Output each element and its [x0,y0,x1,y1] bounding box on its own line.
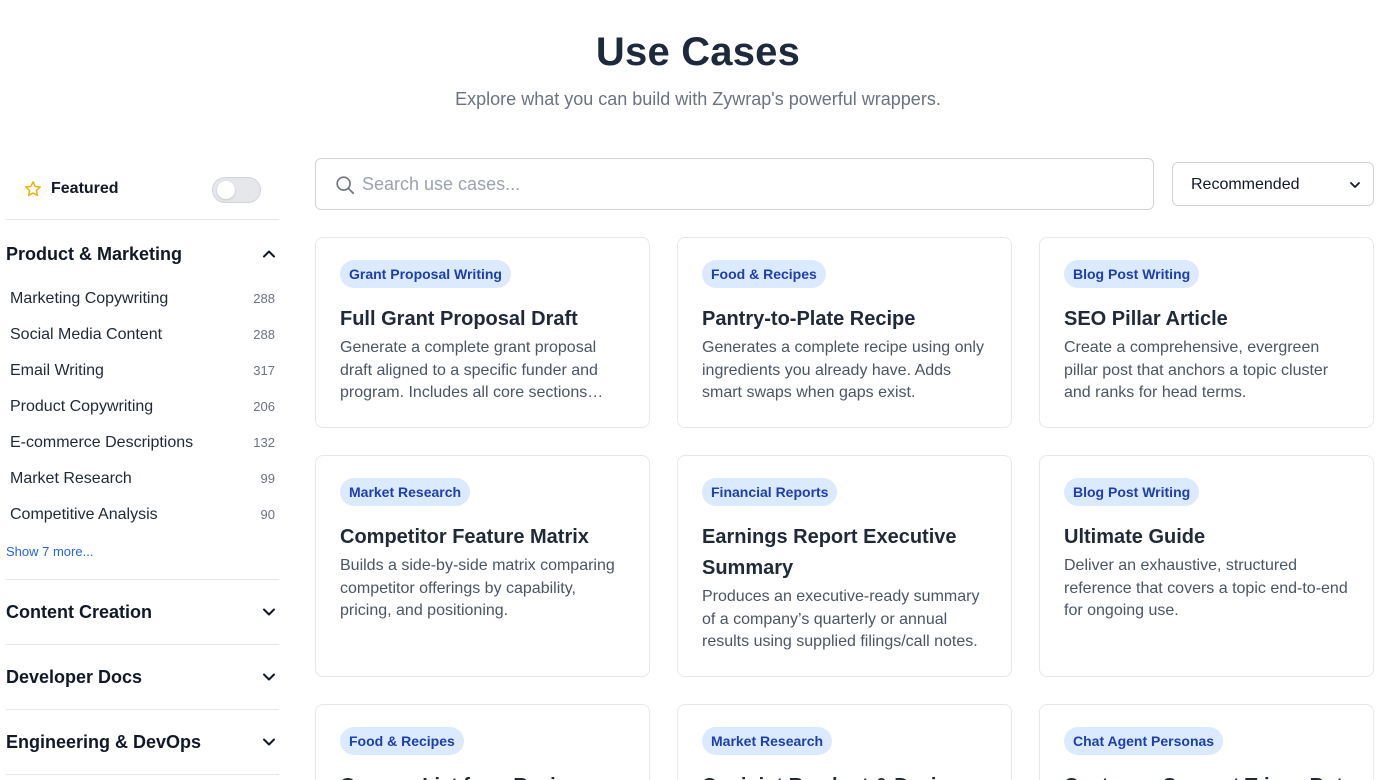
use-case-card[interactable]: Food & Recipes Pantry-to-Plate Recipe Ge… [677,237,1012,428]
category-badge: Grant Proposal Writing [340,260,511,288]
category-item-label: Social Media Content [10,326,163,343]
category-item-marketing-copywriting[interactable]: Marketing Copywriting 288 [6,282,279,318]
category-item-label: Market Research [10,470,132,487]
category-item-label: Email Writing [10,362,104,379]
category-sidebar: Featured Product & Marketing Marketing C… [6,158,279,775]
card-description: Generates a complete recipe using only i… [702,339,984,401]
category-item-label: Marketing Copywriting [10,290,169,307]
card-description: Create a comprehensive, evergreen pillar… [1064,339,1329,401]
featured-filter: Featured [6,158,279,220]
page-title: Use Cases [595,30,801,74]
use-case-card[interactable]: Financial Reports Earnings Report Execut… [677,455,1012,677]
chevron-up-icon [263,250,275,258]
card-title: Customer Support Triage Bot [1064,771,1354,780]
group-header-engineering-devops[interactable]: Engineering & DevOps [6,710,279,774]
category-badge: Chat Agent Personas [1064,727,1224,755]
featured-label: Featured [51,180,119,197]
category-badge: Food & Recipes [702,260,826,288]
category-badge: Blog Post Writing [1064,478,1200,506]
group-title: Product & Marketing [6,244,183,264]
use-case-card[interactable]: Chat Agent Personas Customer Support Tri… [1039,704,1374,780]
featured-toggle[interactable] [212,177,261,203]
group-header-content-creation[interactable]: Content Creation [6,580,279,644]
group-title: Engineering & DevOps [6,732,202,752]
card-description: Generate a complete grant proposal draft… [340,339,598,401]
card-description: Produces an executive-ready summary of a… [702,588,980,650]
group-title: Content Creation [6,602,152,622]
group-header-developer-docs[interactable]: Developer Docs [6,645,279,709]
category-item-count: 99 [260,471,275,486]
category-badge: Food & Recipes [340,727,464,755]
use-case-card[interactable]: Blog Post Writing SEO Pillar Article Cre… [1039,237,1374,428]
card-description: Builds a side-by-side matrix comparing c… [340,557,615,619]
category-item-label: Competitive Analysis [10,506,158,523]
group-title: Developer Docs [6,667,143,687]
page-subtitle: Explore what you can build with Zywrap's… [455,89,941,109]
category-item-label: E-commerce Descriptions [10,434,194,451]
category-group-product-marketing: Product & Marketing Marketing Copywritin… [6,220,279,580]
show-more-link[interactable]: Show 7 more... [6,534,279,579]
category-badge: Blog Post Writing [1064,260,1200,288]
category-badge: Financial Reports [702,478,838,506]
category-item-count: 317 [253,363,275,378]
card-title: Grocery List from Recipes [340,771,630,780]
use-case-card[interactable]: Market Research Competitor Feature Matri… [315,455,650,677]
chevron-down-icon [263,738,275,746]
card-title: Conjoint Readout & Design [702,771,992,780]
category-item-market-research[interactable]: Market Research 99 [6,462,279,498]
use-case-card[interactable]: Blog Post Writing Ultimate Guide Deliver… [1039,455,1374,677]
card-title: Earnings Report Executive Summary [702,526,957,579]
sort-selected-value: Recommended [1191,176,1300,193]
category-item-product-copywriting[interactable]: Product Copywriting 206 [6,390,279,426]
category-item-ecommerce-descriptions[interactable]: E-commerce Descriptions 132 [6,426,279,462]
star-icon [25,181,41,197]
card-title: Pantry-to-Plate Recipe [702,308,916,330]
card-title: Ultimate Guide [1064,526,1206,548]
card-title: Competitor Feature Matrix [340,526,589,548]
category-item-competitive-analysis[interactable]: Competitive Analysis 90 [6,498,279,534]
search-box [315,158,1154,210]
chevron-down-icon [263,673,275,681]
category-item-count: 90 [260,507,275,522]
chevron-down-icon [263,608,275,616]
category-group-engineering-devops: Engineering & DevOps [6,710,279,775]
category-group-developer-docs: Developer Docs [6,645,279,710]
category-item-count: 132 [253,435,275,450]
card-description: Deliver an exhaustive, structured refere… [1064,557,1348,619]
category-badge: Market Research [340,478,471,506]
category-item-count: 206 [253,399,275,414]
use-case-card[interactable]: Market Research Conjoint Readout & Desig… [677,704,1012,780]
category-item-social-media-content[interactable]: Social Media Content 288 [6,318,279,354]
chevron-down-icon [1350,182,1360,188]
group-header-product-marketing[interactable]: Product & Marketing [6,220,279,282]
category-item-count: 288 [253,327,275,342]
toggle-knob [217,181,235,199]
category-group-content-creation: Content Creation [6,580,279,645]
category-item-email-writing[interactable]: Email Writing 317 [6,354,279,390]
category-badge: Market Research [702,727,833,755]
use-case-card[interactable]: Food & Recipes Grocery List from Recipes [315,704,650,780]
category-item-list: Marketing Copywriting 288 Social Media C… [6,282,279,579]
search-icon [336,176,355,195]
card-title: SEO Pillar Article [1064,308,1228,330]
category-item-count: 288 [253,291,275,306]
use-case-card[interactable]: Grant Proposal Writing Full Grant Propos… [315,237,650,428]
card-title: Full Grant Proposal Draft [340,308,578,330]
category-item-label: Product Copywriting [10,398,154,415]
search-input[interactable] [362,160,1142,208]
sort-select[interactable]: Recommended [1172,162,1374,206]
